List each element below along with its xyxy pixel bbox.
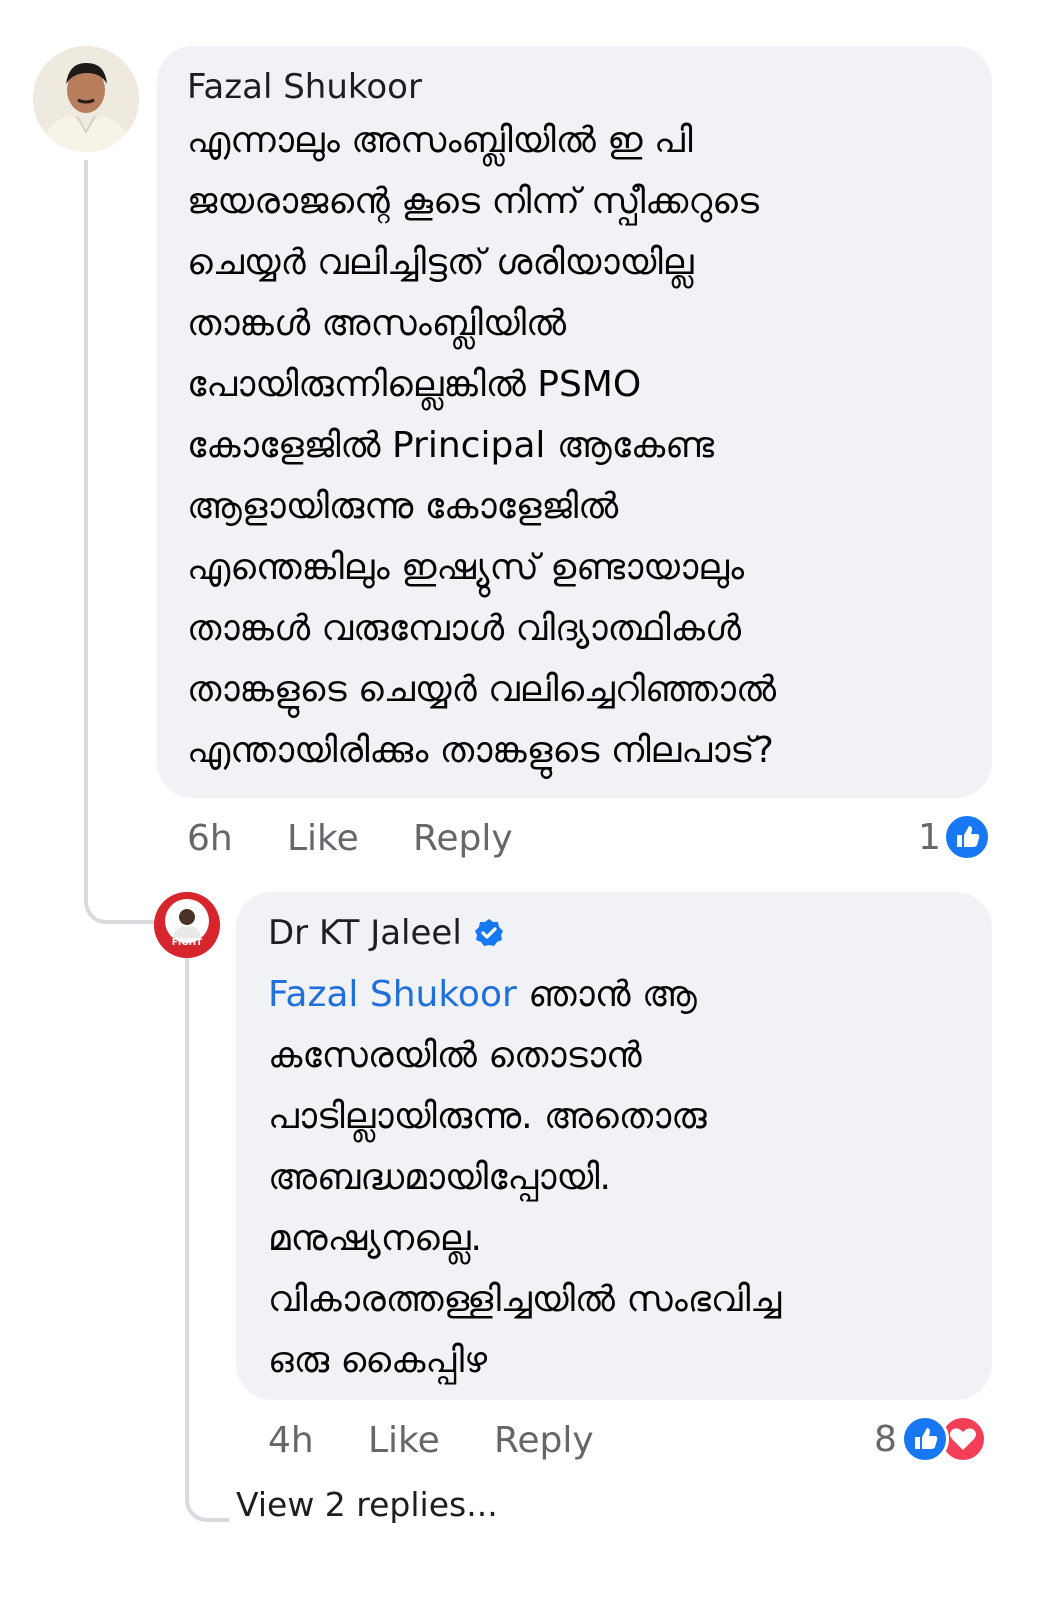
avatar-frame-label: FIGHT	[171, 938, 203, 948]
comment-like-button[interactable]: Like	[287, 818, 413, 859]
comment-timestamp[interactable]: 6h	[187, 818, 287, 859]
avatar-dr-kt-jaleel[interactable]: FIGHT	[154, 892, 220, 958]
comment-text: എന്നാലും അസംബ്ലിയിൽ ഇ പി ജയരാജന്റെ കൂടെ …	[187, 110, 962, 781]
reply-actions: 4h Like Reply	[268, 1415, 594, 1465]
reply-line: വികാരത്തള്ളിച്ചയിൽ സംഭവിച്ച	[268, 1279, 782, 1320]
comment-actions: 6h Like Reply	[187, 813, 513, 863]
reply-reply-button[interactable]: Reply	[494, 1420, 594, 1461]
reply-line: പാടില്ലായിരുന്നു. അതൊരു	[268, 1096, 707, 1137]
reply-like-button[interactable]: Like	[368, 1420, 494, 1461]
comment-author-name[interactable]: Fazal Shukoor	[187, 64, 422, 110]
comment-line: എന്തായിരിക്കും താങ്കളുടെ നിലപാട്?	[187, 730, 774, 771]
profile-frame-avatar-icon	[154, 892, 220, 958]
reply-reaction-count: 8	[874, 1418, 897, 1460]
comment-bubble: Fazal Shukoor എന്നാലും അസംബ്ലിയിൽ ഇ പി ജ…	[157, 46, 992, 798]
mention-link[interactable]: Fazal Shukoor	[268, 974, 517, 1015]
thread-curve-to-reply	[84, 880, 156, 924]
reply-bubble: Dr KT Jaleel Fazal Shukoor ഞാൻ ആ കസേരയിൽ…	[236, 892, 992, 1400]
thread-line-main	[84, 160, 88, 900]
comment-reply-button[interactable]: Reply	[413, 818, 513, 859]
comment-line: താങ്കൾ അസംബ്ലിയിൽ	[187, 303, 567, 344]
reply-text: Fazal Shukoor ഞാൻ ആ കസേരയിൽ തൊടാൻ പാടില്…	[268, 964, 960, 1391]
reply-line: കസേരയിൽ തൊടാൻ	[268, 1035, 642, 1076]
reply-line: മനുഷ്യനല്ലെ.	[268, 1218, 482, 1259]
comment-line: കോളേജിൽ Principal ആകേണ്ട	[187, 425, 714, 466]
avatar-fazal-shukoor[interactable]	[33, 46, 139, 152]
like-icon	[900, 1415, 949, 1463]
comment-line: ആളായിരുന്നു കോളേജിൽ	[187, 486, 619, 527]
comment-line: താങ്കളുടെ ചെയ്യർ വലിച്ചെറിഞ്ഞാൽ	[187, 669, 777, 710]
reply-timestamp[interactable]: 4h	[268, 1420, 368, 1461]
comment-line: ചെയ്യർ വലിച്ചിട്ടത് ശരിയായില്ല	[187, 242, 694, 283]
reply-author[interactable]: Dr KT Jaleel	[268, 910, 960, 956]
comment-line: എന്തെങ്കിലും ഇഷ്യുസ് ഉണ്ടായാലും	[187, 547, 745, 588]
comment-author[interactable]: Fazal Shukoor	[187, 64, 962, 110]
reply-author-name[interactable]: Dr KT Jaleel	[268, 910, 462, 956]
reply-line: ഒരു കൈപ്പിഴ	[268, 1340, 488, 1381]
comment-line: എന്നാലും അസംബ്ലിയിൽ ഇ പി	[187, 120, 693, 161]
person-avatar-icon	[33, 46, 139, 152]
comment-line: പോയിരുന്നില്ലെങ്കിൽ PSMO	[187, 364, 642, 405]
reply-line: ഞാൻ ആ	[516, 974, 697, 1015]
like-icon	[942, 813, 991, 861]
comment-reactions[interactable]: 1	[918, 812, 991, 862]
comment-reaction-count: 1	[918, 816, 941, 858]
view-replies-link[interactable]: View 2 replies...	[236, 1485, 498, 1524]
reply-line: അബദ്ധമായിപ്പോയി.	[268, 1157, 611, 1198]
comment-line: ജയരാജന്റെ കൂടെ നിന്ന് സ്പീക്കറുടെ	[187, 181, 759, 222]
verified-badge-icon	[474, 919, 503, 946]
thread-curve-view-replies	[185, 958, 229, 1522]
reply-reactions[interactable]: 8	[874, 1414, 987, 1464]
comment-line: താങ്കൾ വരുമ്പോൾ വിദ്യാത്ഥികൾ	[187, 608, 742, 649]
